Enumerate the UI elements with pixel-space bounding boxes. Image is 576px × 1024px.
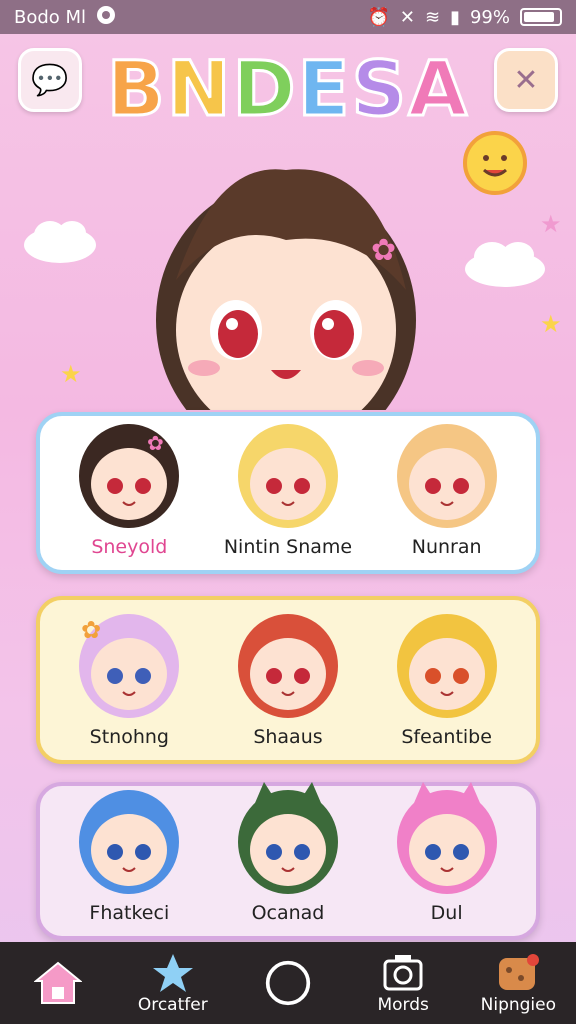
cloud-icon xyxy=(24,221,96,263)
camera-icon xyxy=(379,951,427,995)
nav-cookie[interactable]: Nipngieo xyxy=(463,951,573,1015)
battery-text: 99% xyxy=(469,6,510,28)
character-avatar xyxy=(79,790,180,894)
nav-camera[interactable]: Mords xyxy=(348,951,458,1015)
battery-icon xyxy=(520,8,562,26)
featured-character[interactable]: ✿ xyxy=(96,120,476,410)
character-avatar xyxy=(396,424,497,528)
character-name: Dul xyxy=(430,902,463,924)
nav-star[interactable]: Orcatfer xyxy=(118,951,228,1015)
home-icon xyxy=(33,961,82,1005)
character-card[interactable]: ✿ Sneyold xyxy=(54,414,204,558)
character-row-3: Fhatkeci Ocanad Dul xyxy=(36,782,540,940)
signal-icon: ▮ xyxy=(450,6,460,28)
character-card[interactable]: Dul xyxy=(372,780,522,924)
character-card[interactable]: Fhatkeci xyxy=(54,780,204,924)
character-name: Shaaus xyxy=(253,726,323,748)
character-card[interactable]: ✿ Stnohng xyxy=(54,604,204,748)
star-icon: ★ xyxy=(540,210,562,238)
character-avatar xyxy=(237,782,338,894)
character-name: Stnohng xyxy=(89,726,169,748)
svg-text:✿: ✿ xyxy=(81,616,101,644)
no-signal-icon: ✕ xyxy=(399,6,415,28)
character-name: Ocanad xyxy=(251,902,325,924)
character-avatar: ✿ xyxy=(79,614,180,718)
character-card[interactable]: Ocanad xyxy=(213,780,363,924)
character-card[interactable]: Shaaus xyxy=(213,604,363,748)
status-left-text: Bodo Ml xyxy=(14,6,87,28)
character-name: Fhatkeci xyxy=(89,902,170,924)
nav-label: Mords xyxy=(377,995,429,1015)
star-icon xyxy=(149,951,197,995)
character-avatar xyxy=(237,424,338,528)
circle-icon xyxy=(264,960,312,1006)
character-avatar: ✿ xyxy=(79,424,180,528)
character-name: Nintin Sname xyxy=(223,536,353,558)
character-card[interactable]: Nunran xyxy=(372,414,522,558)
character-avatar xyxy=(237,614,338,718)
character-name: Sfeantibe xyxy=(401,726,492,748)
character-avatar xyxy=(396,782,497,894)
search-icon xyxy=(96,5,116,30)
bottom-nav: Orcatfer Mords Nipngieo xyxy=(0,942,576,1024)
cookie-icon xyxy=(494,951,542,995)
nav-label: Orcatfer xyxy=(137,995,208,1015)
character-avatar xyxy=(396,614,497,718)
nav-home[interactable] xyxy=(3,961,113,1005)
character-row-2: ✿ Stnohng Shaaus Sfeantibe xyxy=(36,596,540,764)
star-icon: ★ xyxy=(540,310,562,338)
character-card[interactable]: Nintin Sname xyxy=(213,414,363,558)
svg-text:✿: ✿ xyxy=(147,431,164,455)
star-icon: ★ xyxy=(60,360,82,388)
character-row-1: ✿ Sneyold Nintin Sname Nunran xyxy=(36,412,540,574)
alarm-icon: ⏰ xyxy=(367,6,390,28)
svg-text:✿: ✿ xyxy=(371,233,396,268)
wifi-icon: ≋ xyxy=(424,6,441,28)
status-bar: Bodo Ml ⏰ ✕ ≋ ▮ 99% xyxy=(0,0,576,34)
nav-home-circle[interactable] xyxy=(233,960,343,1006)
character-name: Nunran xyxy=(411,536,482,558)
character-card[interactable]: Sfeantibe xyxy=(372,604,522,748)
character-name: Sneyold xyxy=(91,536,168,558)
nav-label: Nipngieo xyxy=(480,995,557,1015)
